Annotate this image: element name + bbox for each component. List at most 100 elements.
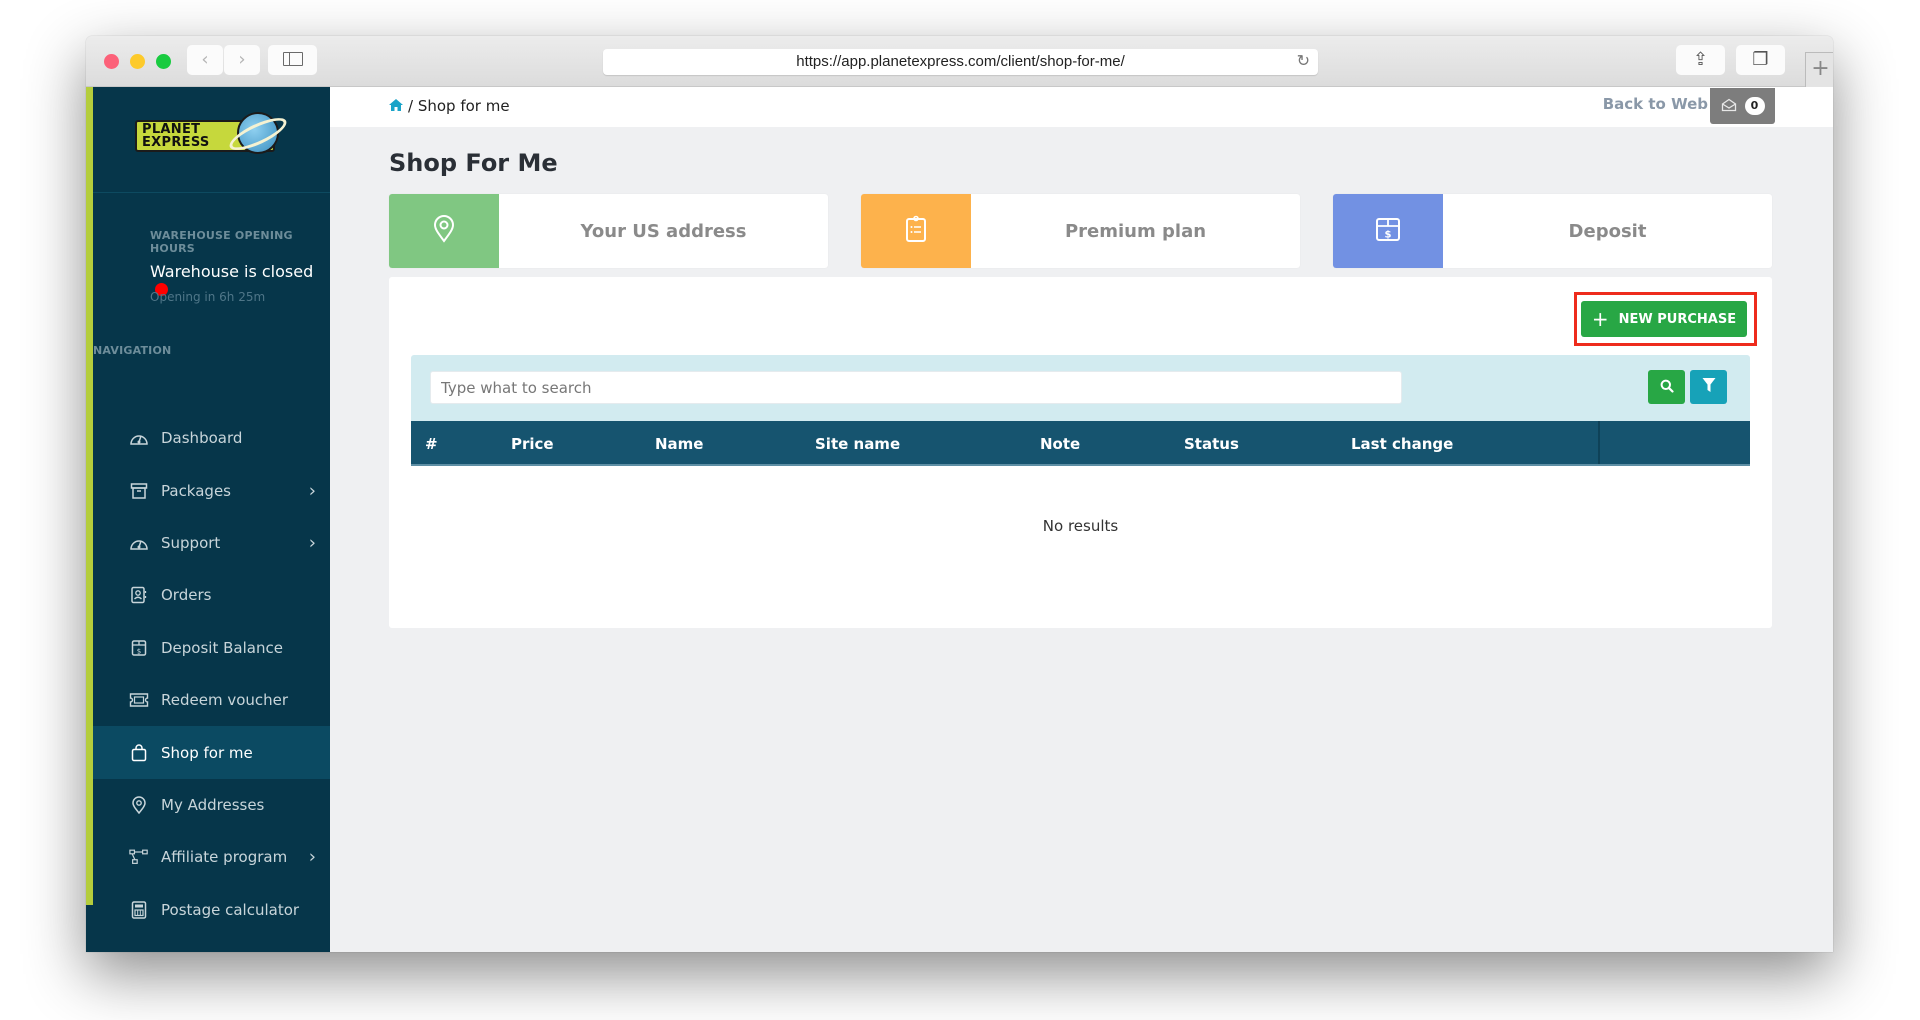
filter-funnel-icon <box>1702 377 1716 397</box>
sidebar-item-label: Shop for me <box>161 743 253 762</box>
back-to-web-link[interactable]: Back to Web <box>1603 95 1708 113</box>
card-label: Deposit <box>1568 220 1647 242</box>
sidebar-item-affiliate-program[interactable]: Affiliate program › <box>93 831 330 883</box>
tab-overview-button[interactable]: ❐ <box>1736 45 1785 75</box>
search-icon <box>1660 378 1674 397</box>
chevron-right-icon: › <box>308 846 316 868</box>
sidebar-item-support[interactable]: Support › <box>93 517 330 569</box>
back-button[interactable]: ‹ <box>187 45 223 75</box>
sidebar-item-redeem-voucher[interactable]: Redeem voucher <box>93 674 330 726</box>
new-tab-button[interactable]: + <box>1805 52 1833 87</box>
sidebar-item-label: Support <box>161 533 221 552</box>
svg-text:$: $ <box>137 647 141 655</box>
sidebar-nav: Dashboard Packages › Support › Orders $ … <box>93 412 330 952</box>
search-bar <box>411 355 1750 421</box>
new-purchase-button[interactable]: + NEW PURCHASE <box>1581 301 1747 337</box>
chevron-right-icon: › <box>238 49 246 70</box>
search-input[interactable] <box>430 371 1402 404</box>
dashboard-icon <box>129 429 149 447</box>
share-button[interactable]: ⇪ <box>1676 45 1725 75</box>
package-box-icon <box>129 482 149 500</box>
card-label: Premium plan <box>1064 220 1207 242</box>
sidebar: PLANET EXPRESS WAREHOUSE OPENING HOURS W… <box>86 87 330 952</box>
sidebar-item-postage-calculator[interactable]: Postage calculator <box>93 884 330 936</box>
clipboard-list-icon <box>905 215 927 247</box>
plus-icon: + <box>1591 307 1609 331</box>
chevron-left-icon: ‹ <box>201 49 209 70</box>
support-gauge-icon <box>129 534 149 552</box>
card-label: Your US address <box>580 220 747 242</box>
deposit-box-icon: $ <box>1375 216 1401 246</box>
deposit-card[interactable]: $ Deposit <box>1333 194 1772 268</box>
us-address-card[interactable]: Your US address <box>389 194 828 268</box>
tabs-icon: ❐ <box>1752 49 1769 70</box>
orders-contact-icon <box>129 586 149 604</box>
messages-badge-button[interactable]: 0 <box>1710 88 1775 124</box>
column-header-last-change[interactable]: Last change <box>1351 435 1453 453</box>
navigation-label: NAVIGATION <box>93 344 172 357</box>
breadcrumb-current: Shop for me <box>417 97 510 115</box>
chevron-right-icon: › <box>308 480 316 502</box>
sidebar-item-packages[interactable]: Packages › <box>93 464 330 516</box>
sidebar-item-shop-for-me[interactable]: Shop for me <box>93 726 330 779</box>
card-icon-block <box>389 194 499 268</box>
minimize-window-button[interactable] <box>130 54 145 69</box>
sidebar-accent-stripe <box>86 87 93 905</box>
sidebar-item-label: Dashboard <box>161 429 243 448</box>
address-bar[interactable]: https://app.planetexpress.com/client/sho… <box>603 49 1318 75</box>
messages-count: 0 <box>1744 97 1765 115</box>
deposit-box-icon: $ <box>129 639 149 657</box>
column-header-status[interactable]: Status <box>1184 435 1239 453</box>
sidebar-item-label: My Addresses <box>161 795 265 814</box>
warehouse-hours-label: WAREHOUSE OPENING HOURS <box>150 229 293 255</box>
home-icon[interactable] <box>388 97 404 115</box>
sidebar-item-deposit-balance[interactable]: $ Deposit Balance <box>93 622 330 674</box>
sidebar-item-orders[interactable]: Orders <box>93 569 330 621</box>
reload-icon[interactable]: ↻ <box>1297 49 1310 75</box>
close-window-button[interactable] <box>104 54 119 69</box>
shopping-bag-icon <box>129 743 149 762</box>
sidebar-item-dashboard[interactable]: Dashboard <box>93 412 330 464</box>
breadcrumb-separator: / <box>408 97 414 115</box>
sidebar-item-label: Postage calculator <box>161 900 300 919</box>
column-header-name[interactable]: Name <box>655 435 703 453</box>
column-divider <box>1598 421 1600 464</box>
table-header: # Price Name Site name Note Status Last … <box>411 421 1750 466</box>
location-pin-icon <box>129 796 149 814</box>
chevron-right-icon: › <box>308 532 316 554</box>
content-top-bar: / Shop for me Back to Web 0 <box>330 87 1833 127</box>
share-icon: ⇪ <box>1692 49 1709 70</box>
location-pin-icon <box>433 215 455 247</box>
sidebar-toggle-button[interactable] <box>268 45 317 75</box>
column-header-note[interactable]: Note <box>1040 435 1080 453</box>
warehouse-status-text: Warehouse is closed <box>150 262 314 281</box>
url-text: https://app.planetexpress.com/client/sho… <box>796 53 1125 70</box>
empty-table-message: No results <box>1042 517 1119 535</box>
logo-line-2: EXPRESS <box>142 135 210 150</box>
purchases-panel: + NEW PURCHASE # Price Name Site name No… <box>389 277 1772 628</box>
sidebar-item-my-addresses[interactable]: My Addresses <box>93 779 330 831</box>
search-button[interactable] <box>1648 370 1685 404</box>
column-header-number[interactable]: # <box>425 435 438 453</box>
sidebar-divider <box>93 192 330 193</box>
maximize-window-button[interactable] <box>156 54 171 69</box>
calculator-icon <box>129 900 149 919</box>
sidebar-item-label: Redeem voucher <box>161 691 289 710</box>
sidebar-item-messages[interactable]: Messages <box>93 936 330 952</box>
sidebar-item-label: Orders <box>161 586 212 605</box>
column-header-price[interactable]: Price <box>511 435 554 453</box>
planet-express-logo[interactable]: PLANET EXPRESS <box>135 111 291 157</box>
forward-button[interactable]: › <box>224 45 260 75</box>
filter-button[interactable] <box>1690 370 1727 404</box>
warehouse-opening-countdown: Opening in 6h 25m <box>150 290 266 304</box>
sidebar-icon <box>282 51 303 66</box>
card-icon-block: $ <box>1333 194 1443 268</box>
premium-plan-card[interactable]: Premium plan <box>861 194 1300 268</box>
plus-icon: + <box>1811 56 1830 81</box>
card-icon-block <box>861 194 971 268</box>
logo-text: PLANET EXPRESS <box>142 123 210 149</box>
column-header-site-name[interactable]: Site name <box>815 435 900 453</box>
browser-toolbar: ‹ › https://app.planetexpress.com/client… <box>86 36 1833 87</box>
browser-window: ‹ › https://app.planetexpress.com/client… <box>86 36 1833 952</box>
voucher-ticket-icon <box>129 691 149 709</box>
